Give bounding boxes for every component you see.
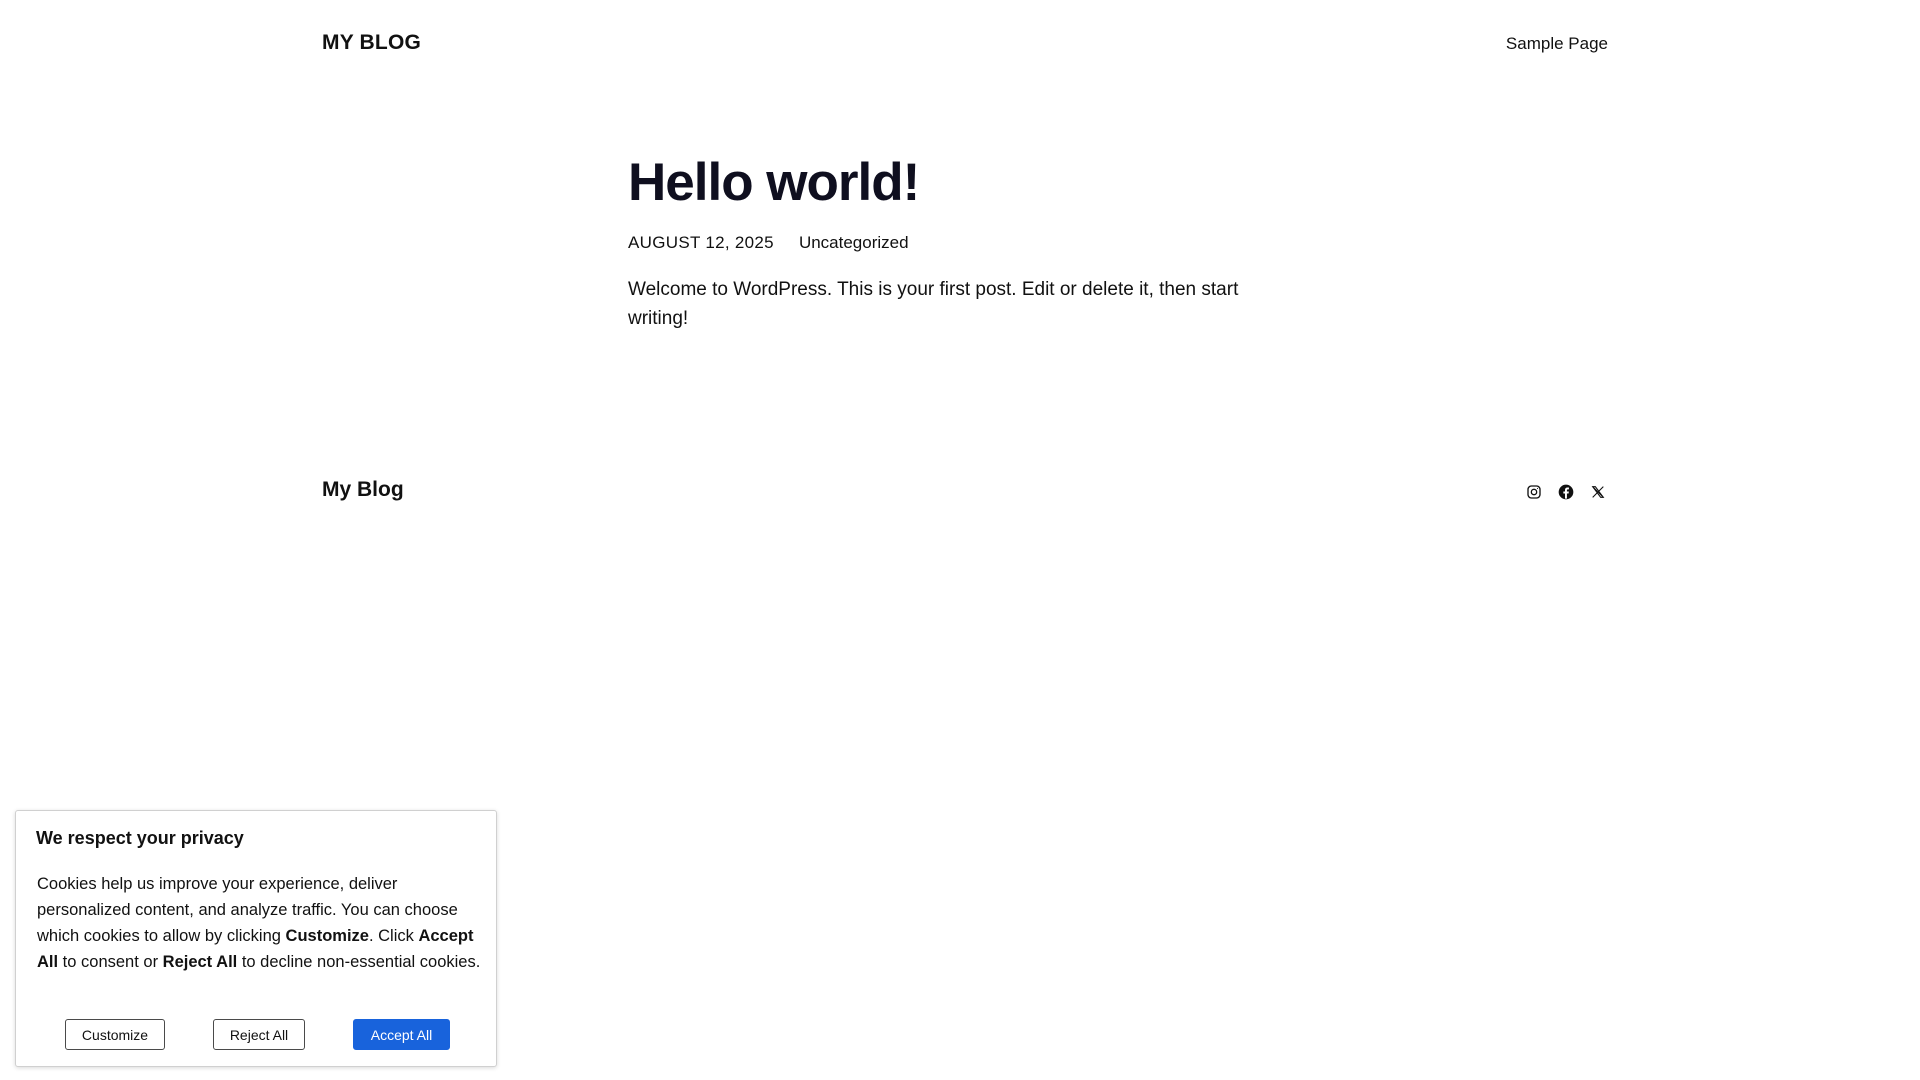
post-date: AUGUST 12, 2025	[628, 233, 774, 252]
cookie-banner-buttons: Customize Reject All Accept All	[16, 1019, 498, 1051]
cookie-consent-banner: We respect your privacy Cookies help us …	[15, 810, 497, 1067]
accept-all-button[interactable]: Accept All	[353, 1019, 450, 1050]
reject-all-button[interactable]: Reject All	[213, 1019, 305, 1050]
x-icon[interactable]	[1588, 482, 1608, 502]
cookie-banner-title: We respect your privacy	[36, 828, 244, 848]
cookie-text-bold-customize: Customize	[285, 927, 369, 945]
post: Hello world! AUGUST 12, 2025 Uncategoriz…	[628, 150, 1292, 333]
cookie-text-part2: . Click	[368, 927, 419, 945]
post-category-link[interactable]: Uncategorized	[799, 233, 909, 253]
customize-button[interactable]: Customize	[65, 1019, 165, 1050]
site-footer: My Blog	[0, 470, 1920, 510]
footer-site-title-link[interactable]: My Blog	[322, 478, 404, 502]
nav-item-sample-page[interactable]: Sample Page	[1506, 34, 1608, 54]
social-links	[1524, 482, 1608, 502]
post-content: Welcome to WordPress. This is your first…	[628, 279, 1239, 329]
facebook-icon[interactable]	[1556, 482, 1576, 502]
post-title: Hello world!	[628, 153, 920, 212]
cookie-text-part3: to consent or	[58, 953, 163, 971]
site-title-link[interactable]: MY BLOG	[322, 31, 421, 55]
cookie-text-bold-reject: Reject All	[162, 953, 238, 971]
site-header: MY BLOG Sample Page	[0, 0, 1920, 90]
instagram-icon[interactable]	[1524, 482, 1544, 502]
post-meta: AUGUST 12, 2025 Uncategorized	[628, 233, 1292, 253]
cookie-banner-text: Cookies help us improve your experience,…	[37, 871, 485, 975]
cookie-text-part4: to decline non-essential cookies.	[237, 953, 481, 971]
